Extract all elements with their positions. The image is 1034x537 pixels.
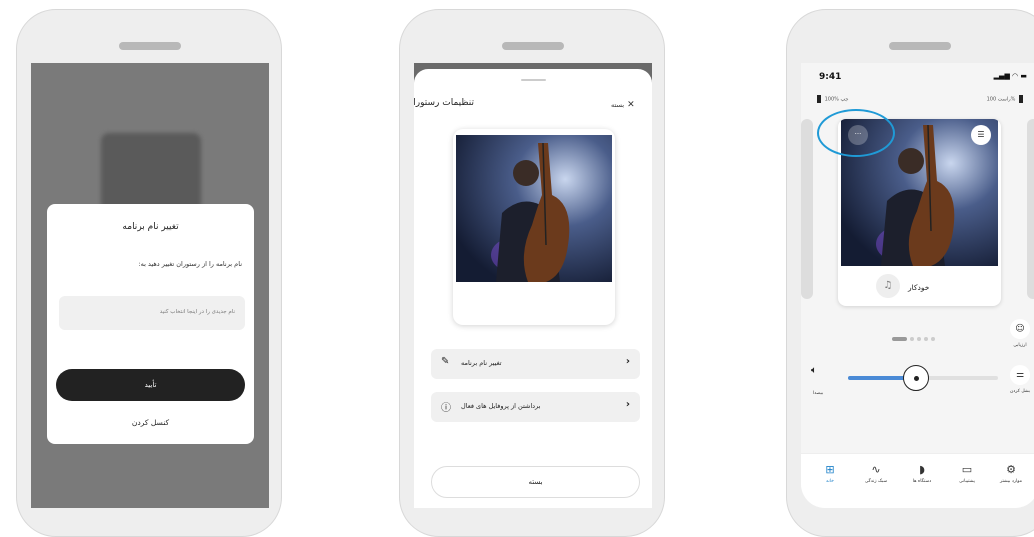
phone-speaker (502, 42, 564, 50)
dialog-title: تغییر نام برنامه (122, 222, 179, 232)
tab-label: پشتیبانی (959, 479, 975, 484)
left-battery-level: 100% (824, 96, 839, 103)
page-dot (924, 337, 928, 341)
signal-wifi-battery-icon: ▂▄▆ ◠ ▬ (993, 72, 1027, 80)
chevron-right-icon: › (625, 399, 630, 410)
close-label: بسته (611, 101, 625, 109)
rename-program-row[interactable]: › تغییر نام برنامه ✎ (431, 349, 640, 379)
right-battery-label: راست (997, 96, 1011, 103)
left-battery-label: چپ (840, 96, 849, 103)
bottom-tab-bar: ⊞ خانه ∿ سبک زندگی ◗ دستگاه ها ▭ پشتیبان… (801, 453, 1034, 508)
battery-icon (1019, 95, 1023, 103)
right-battery: راست 100% (987, 95, 1025, 103)
page-indicator (892, 326, 938, 341)
close-icon: ✕ (627, 100, 635, 110)
volume-knob[interactable] (902, 365, 929, 391)
program-name-input[interactable]: نام جدیدی را در اینجا انتخاب کنید (59, 296, 245, 330)
tab-home[interactable]: ⊞ خانه (810, 463, 850, 484)
input-placeholder: نام جدیدی را در اینجا انتخاب کنید (159, 309, 235, 315)
dialog-message: نام برنامه را از رستوران تغییر دهید به: (138, 260, 242, 268)
tune-settings-button[interactable]: ☰ (971, 125, 991, 145)
mute-label: بیصدا (813, 391, 824, 396)
screen: تغییر نام برنامه نام برنامه را از رستورا… (31, 63, 269, 508)
program-name: خودکار (908, 283, 930, 292)
phone-speaker (119, 42, 181, 50)
chevron-right-icon: › (625, 356, 630, 367)
chat-icon: ▭ (961, 463, 973, 476)
sliders-icon: ⚌ (1010, 365, 1030, 385)
tab-label: سبک زندگی (864, 479, 888, 484)
info-icon: ⓘ (441, 403, 451, 414)
speaker-icon[interactable]: 🔈︎ (811, 365, 817, 376)
gear-icon: ⚙ (1006, 463, 1016, 476)
page-dot (917, 337, 921, 341)
phone-frame-settings: بسته✕ تنظیمات رستوران (399, 9, 665, 537)
tab-more[interactable]: ⚙ موارد بیشتر (991, 463, 1031, 484)
tab-lifestyle[interactable]: ∿ سبک زندگی (856, 463, 896, 484)
left-battery: 100% چپ (815, 95, 849, 103)
close-link[interactable]: بسته ✕ (611, 100, 635, 110)
sheet-title: تنظیمات رستوران (414, 98, 474, 108)
tab-label: موارد بیشتر (999, 479, 1023, 484)
program-card (453, 129, 615, 325)
activity-icon: ∿ (871, 463, 881, 476)
page-dot (910, 337, 914, 341)
phone-frame-home: 9:41 ▂▄▆ ◠ ▬ 100% چپ راست 100% ··· ☰ ♫ خ… (786, 9, 1034, 537)
page-dot (931, 337, 935, 341)
sheet-handle[interactable] (521, 79, 546, 81)
confirm-button[interactable]: تأیید (56, 369, 245, 401)
row-label: برداشتن از پروفایل های فعال (461, 402, 541, 410)
pencil-icon: ✎ (441, 356, 450, 367)
phone-frame-rename: تغییر نام برنامه نام برنامه را از رستورا… (16, 9, 282, 537)
blurred-program-card (101, 133, 201, 213)
hearing-aid-icon: ◗ (919, 463, 925, 476)
smiley-icon: ☺ (1010, 319, 1030, 339)
battery-icon (817, 95, 821, 103)
next-program-card[interactable] (1027, 119, 1034, 299)
highlight-ring (817, 109, 895, 157)
page-dot (892, 337, 907, 341)
rate-label: ارزیابی (1013, 343, 1027, 348)
tab-label: دستگاه ها (912, 479, 932, 484)
remove-profile-row[interactable]: › برداشتن از پروفایل های فعال ⓘ (431, 392, 640, 422)
tune-label: بشل کردن (1009, 389, 1031, 394)
phone-speaker (889, 42, 951, 50)
rate-button[interactable]: ☺ ارزیابی (1005, 319, 1034, 348)
status-time: 9:41 (819, 72, 842, 82)
music-note-icon: ♫ (876, 274, 900, 298)
previous-program-card[interactable] (801, 119, 813, 299)
row-label: تغییر نام برنامه (461, 359, 502, 367)
grid-icon: ⊞ (825, 463, 835, 476)
tab-support[interactable]: ▭ پشتیبانی (947, 463, 987, 484)
close-button[interactable]: بسته (431, 466, 640, 498)
musician-photo (456, 135, 612, 282)
cancel-button[interactable]: کنسل کردن (47, 418, 254, 427)
rename-dialog: تغییر نام برنامه نام برنامه را از رستورا… (47, 204, 254, 444)
settings-sheet: بسته✕ تنظیمات رستوران (414, 69, 652, 508)
equalizer-button[interactable]: ⚌ بشل کردن (1005, 365, 1034, 394)
tab-devices[interactable]: ◗ دستگاه ها (902, 463, 942, 484)
tab-label: خانه (826, 479, 834, 484)
screen: بسته✕ تنظیمات رستوران (414, 63, 652, 508)
